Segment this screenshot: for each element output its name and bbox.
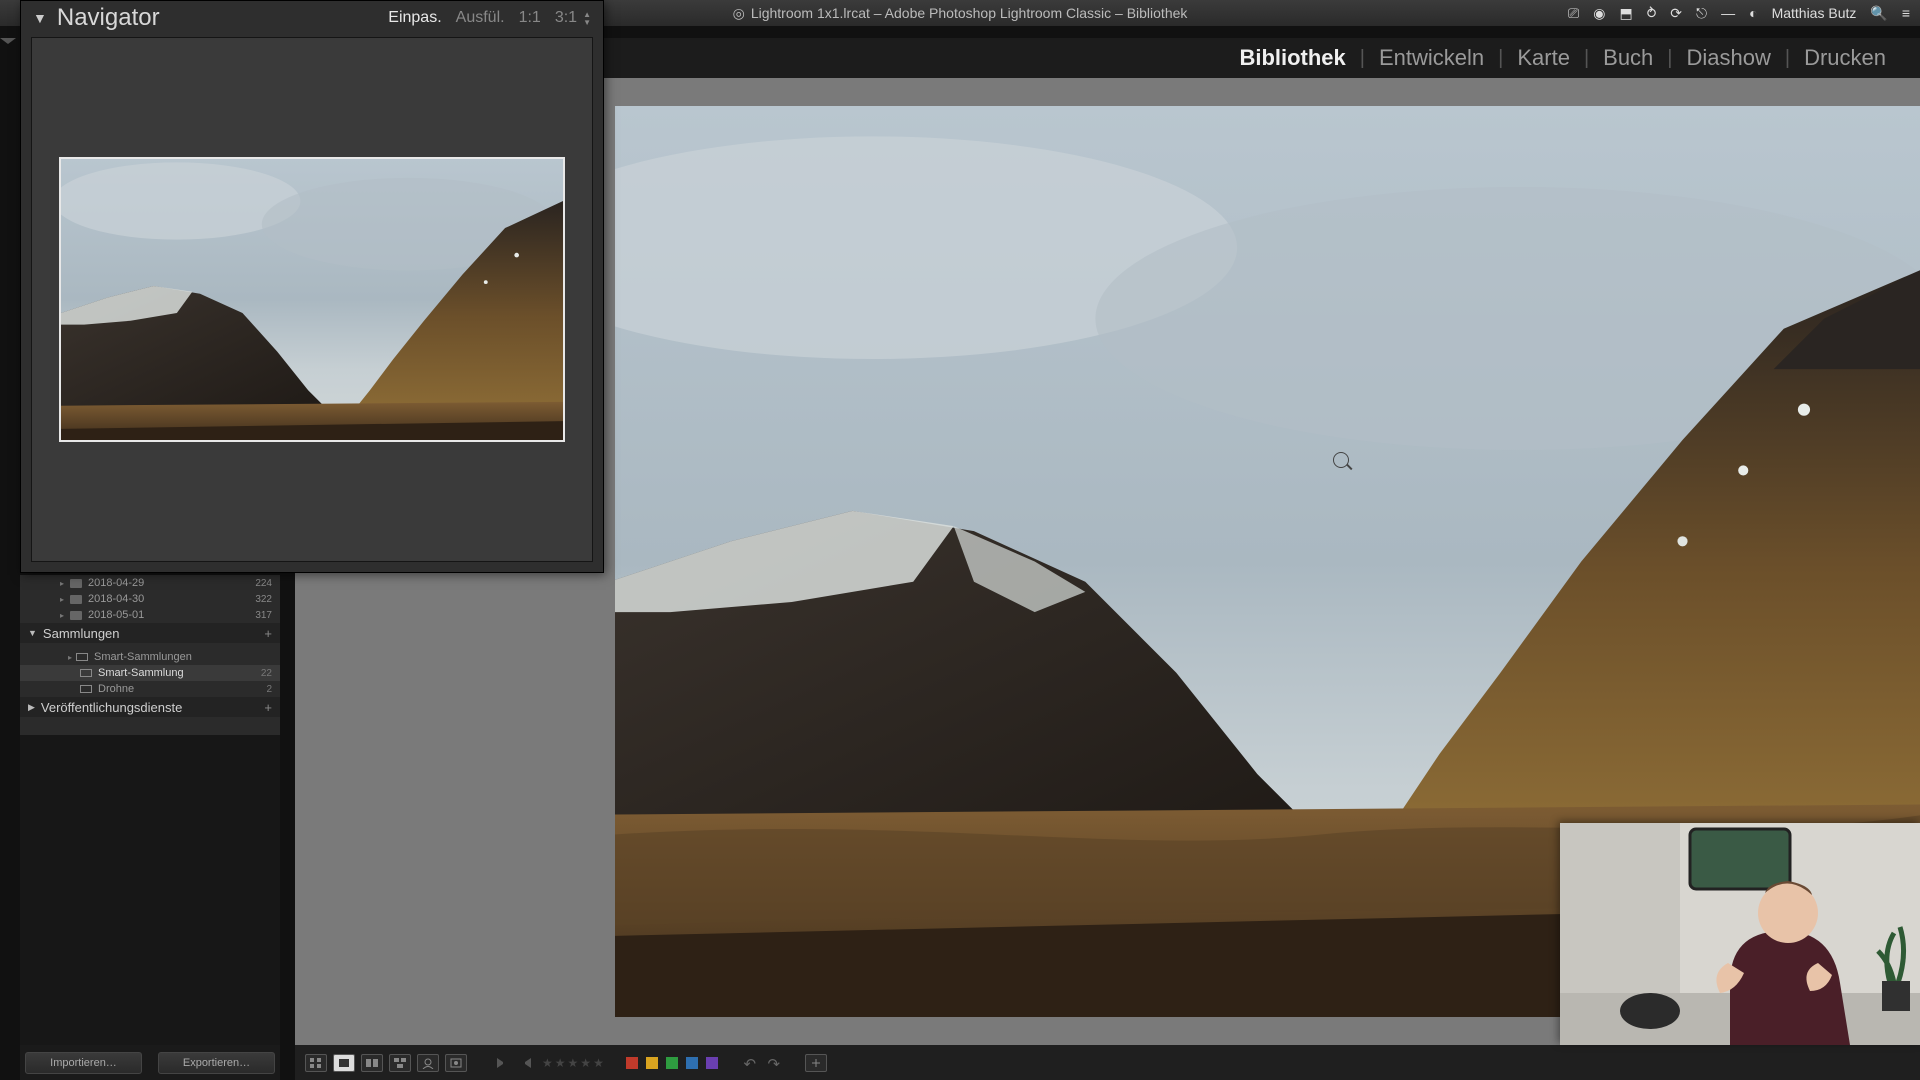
status-icon[interactable]: —: [1721, 5, 1735, 21]
people-view-button[interactable]: [417, 1054, 439, 1072]
navigator-thumbnail[interactable]: [59, 157, 565, 442]
rating-stars[interactable]: ★★★★★: [541, 1054, 605, 1072]
chevron-down-icon[interactable]: ▼: [33, 10, 47, 26]
map-view-button[interactable]: [445, 1054, 467, 1072]
collection-count: 22: [261, 668, 272, 679]
sync-button[interactable]: [805, 1054, 827, 1072]
color-label-purple[interactable]: [706, 1057, 718, 1069]
folder-icon: [70, 579, 82, 588]
survey-view-button[interactable]: [389, 1054, 411, 1072]
navigator-body: [31, 37, 593, 562]
zoom-fill[interactable]: Ausfül.: [456, 9, 505, 27]
module-entwickeln[interactable]: Entwickeln: [1365, 45, 1498, 71]
disclosure-icon[interactable]: ▸: [60, 611, 64, 620]
navigator-title: Navigator: [57, 4, 388, 32]
sort-direction-button[interactable]: [497, 1058, 507, 1068]
library-toolbar: ★★★★★ ↶ ↷: [295, 1045, 1920, 1080]
folder-name: 2018-05-01: [88, 609, 255, 621]
status-icon[interactable]: ⎋: [1696, 5, 1707, 22]
import-export-bar: Importieren… Exportieren…: [20, 1045, 280, 1080]
folder-count: 224: [255, 578, 272, 589]
status-icon[interactable]: ⟳: [1670, 5, 1682, 22]
collection-name: Smart-Sammlung: [98, 667, 261, 679]
collection-row[interactable]: Drohne 2: [20, 681, 280, 697]
rotate-cw-button[interactable]: ↷: [765, 1055, 783, 1071]
spotlight-icon[interactable]: 🔍: [1870, 5, 1887, 22]
identity-plate-strip: [600, 26, 1920, 38]
panel-collapse-arrow[interactable]: [0, 38, 16, 44]
menubar-status-area: ⎚ ◉ ⬒ ⥁ ⟳ ⎋ — ◐ Matthias Butz 🔍 ≡: [1568, 0, 1910, 26]
color-label-green[interactable]: [666, 1057, 678, 1069]
folder-icon: [70, 595, 82, 604]
menu-icon[interactable]: ≡: [1902, 5, 1910, 21]
import-button[interactable]: Importieren…: [25, 1052, 142, 1074]
publish-title: Veröffentlichungsdienste: [41, 700, 182, 715]
compare-view-button[interactable]: [361, 1054, 383, 1072]
navigator-panel: ▼ Navigator Einpas. Ausfül. 1:1 3:1 ▲▼: [20, 0, 604, 573]
module-diashow[interactable]: Diashow: [1673, 45, 1785, 71]
smart-collection-icon: [76, 653, 88, 661]
rotate-ccw-button[interactable]: ↶: [741, 1055, 759, 1071]
folder-name: 2018-04-30: [88, 593, 255, 605]
add-collection-button[interactable]: +: [264, 626, 272, 641]
folder-count: 317: [255, 610, 272, 621]
module-karte[interactable]: Karte: [1503, 45, 1584, 71]
collection-row[interactable]: Smart-Sammlung 22: [20, 665, 280, 681]
document-icon: ◎: [733, 5, 745, 22]
publish-header[interactable]: ▶ Veröffentlichungsdienste +: [20, 697, 280, 717]
module-bibliothek[interactable]: Bibliothek: [1225, 45, 1359, 71]
zoom-fit[interactable]: Einpas.: [388, 9, 441, 27]
webcam-overlay: [1560, 823, 1920, 1045]
color-label-red[interactable]: [626, 1057, 638, 1069]
module-buch[interactable]: Buch: [1589, 45, 1667, 71]
disclosure-icon[interactable]: ▸: [60, 579, 64, 588]
add-publish-button[interactable]: +: [264, 700, 272, 715]
navigator-zoom-picker: Einpas. Ausfül. 1:1 3:1 ▲▼: [388, 9, 591, 27]
folder-row[interactable]: ▸ 2018-05-01 317: [20, 607, 280, 623]
folder-row[interactable]: ▸ 2018-04-29 224: [20, 575, 280, 591]
left-panel-empty: [20, 735, 280, 1045]
status-icon[interactable]: ⬒: [1619, 5, 1632, 22]
collection-row[interactable]: ▸ Smart-Sammlungen: [20, 649, 280, 665]
collection-name: Smart-Sammlungen: [94, 651, 272, 663]
window-title-text: Lightroom 1x1.lrcat – Adobe Photoshop Li…: [751, 5, 1188, 21]
status-icon[interactable]: ◉: [1593, 5, 1605, 22]
collection-name: Drohne: [98, 683, 266, 695]
zoom-cursor-icon: [1333, 452, 1349, 468]
collections-title: Sammlungen: [43, 626, 120, 641]
collections-header[interactable]: ▼ Sammlungen +: [20, 623, 280, 643]
zoom-1-1[interactable]: 1:1: [519, 9, 541, 27]
color-label-yellow[interactable]: [646, 1057, 658, 1069]
disclosure-icon[interactable]: ▸: [68, 653, 72, 662]
menubar-username[interactable]: Matthias Butz: [1772, 5, 1857, 21]
grid-view-button[interactable]: [305, 1054, 327, 1072]
zoom-stepper[interactable]: ▲▼: [583, 11, 591, 26]
folder-row[interactable]: ▸ 2018-04-30 322: [20, 591, 280, 607]
export-button[interactable]: Exportieren…: [158, 1052, 275, 1074]
loupe-view-button[interactable]: [333, 1054, 355, 1072]
module-picker: Bibliothek| Entwickeln| Karte| Buch| Dia…: [600, 38, 1920, 78]
sort-direction-button[interactable]: [521, 1058, 531, 1068]
status-icon[interactable]: ◐: [1749, 5, 1757, 21]
collection-icon: [80, 685, 92, 693]
module-drucken[interactable]: Drucken: [1790, 45, 1900, 71]
smart-collection-icon: [80, 669, 92, 677]
status-icon[interactable]: ⥁: [1647, 5, 1657, 22]
folder-count: 322: [255, 594, 272, 605]
chevron-right-icon[interactable]: ▶: [28, 702, 35, 713]
zoom-ratio[interactable]: 3:1: [555, 9, 577, 27]
color-label-blue[interactable]: [686, 1057, 698, 1069]
chevron-down-icon[interactable]: ▼: [28, 628, 37, 638]
navigator-header[interactable]: ▼ Navigator Einpas. Ausfül. 1:1 3:1 ▲▼: [21, 1, 603, 35]
disclosure-icon[interactable]: ▸: [60, 595, 64, 604]
status-icon[interactable]: ⎚: [1568, 5, 1579, 22]
folder-icon: [70, 611, 82, 620]
folder-name: 2018-04-29: [88, 577, 255, 589]
collection-count: 2: [266, 684, 272, 695]
